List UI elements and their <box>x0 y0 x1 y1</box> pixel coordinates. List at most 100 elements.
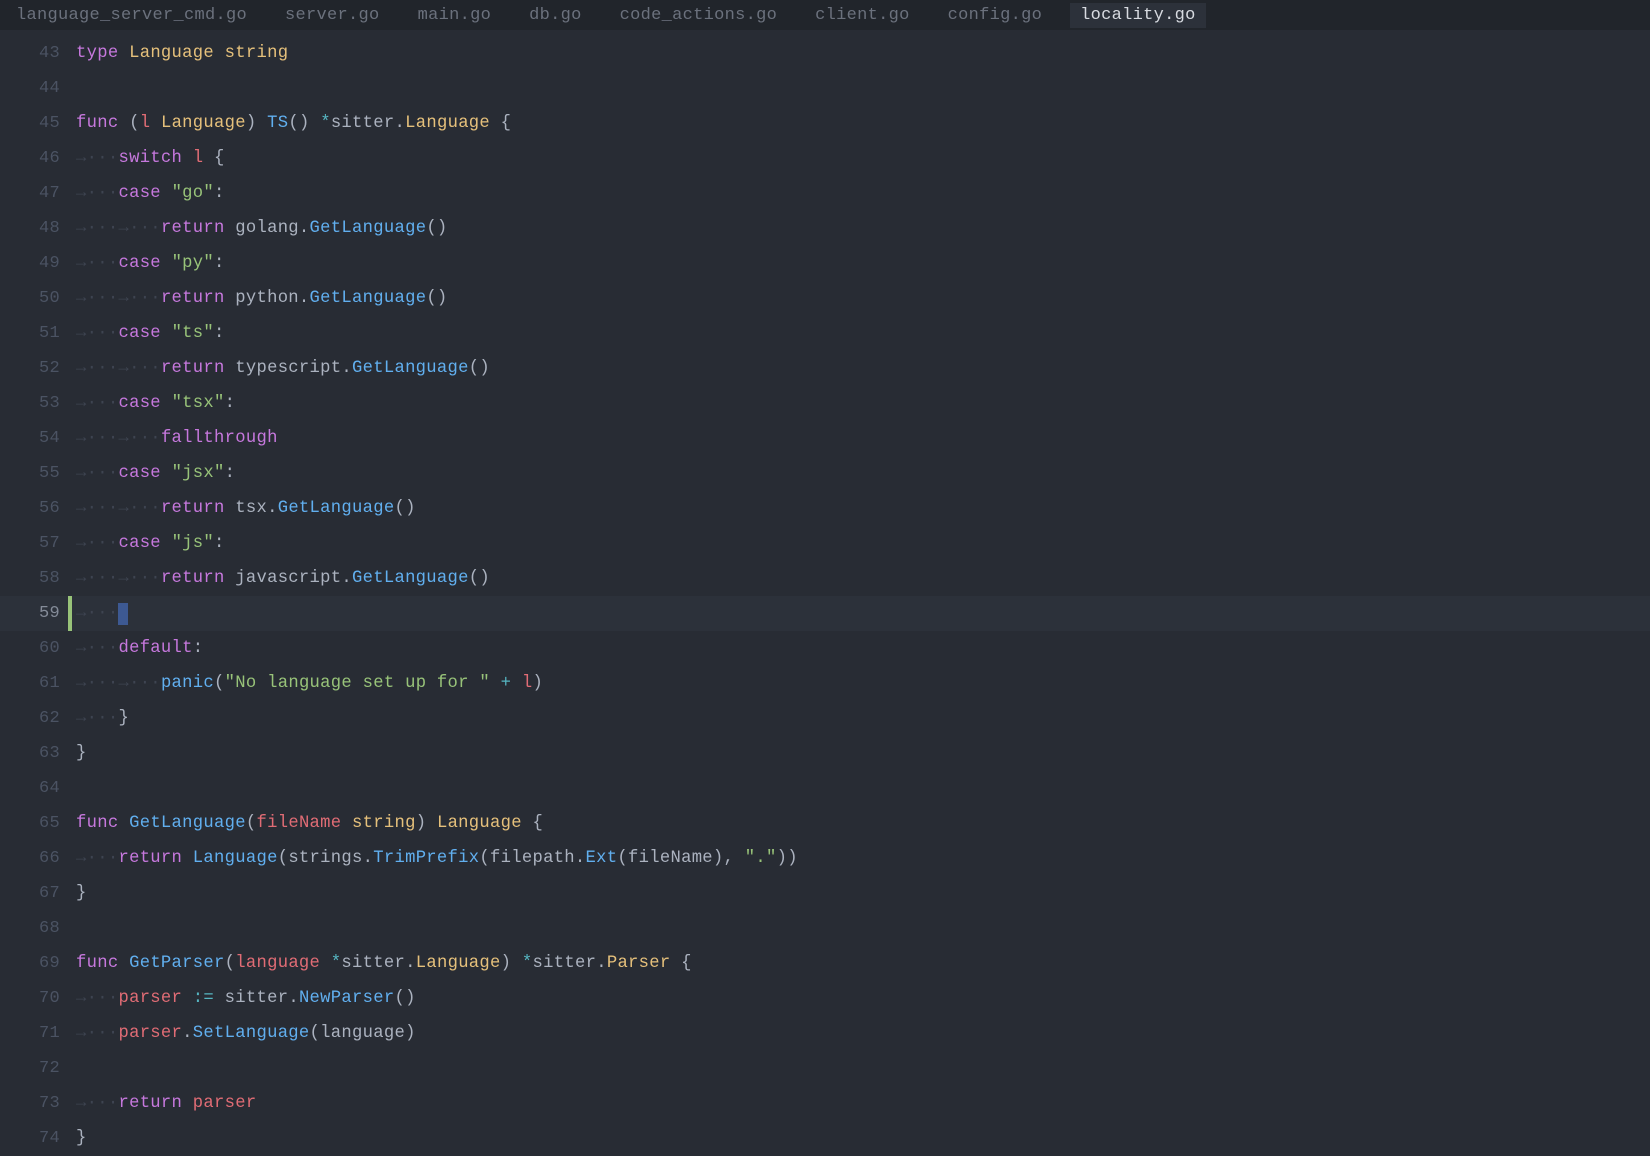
token-cy: + <box>501 666 512 701</box>
code-line[interactable]: 59→··· <box>0 596 1650 631</box>
code-line[interactable]: 64 <box>0 771 1650 806</box>
code-line[interactable]: 57→···case "js": <box>0 526 1650 561</box>
code-line[interactable]: 52→···→···return typescript.GetLanguage(… <box>0 351 1650 386</box>
code-line[interactable]: 65func GetLanguage(fileName string) Lang… <box>0 806 1650 841</box>
code-line[interactable]: 56→···→···return tsx.GetLanguage() <box>0 491 1650 526</box>
token-cy: := <box>193 981 214 1016</box>
line-number: 49 <box>0 254 68 273</box>
code-content[interactable]: } <box>76 1121 87 1156</box>
tab-code_actions-go[interactable]: code_actions.go <box>610 3 788 28</box>
code-line[interactable]: 73→···return parser <box>0 1086 1650 1121</box>
code-editor[interactable]: 43type Language string4445func (l Langua… <box>0 30 1650 1156</box>
code-line[interactable]: 69func GetParser(language *sitter.Langua… <box>0 946 1650 981</box>
code-content[interactable]: →···case "jsx": <box>76 456 235 491</box>
code-line[interactable]: 53→···case "tsx": <box>0 386 1650 421</box>
code-content[interactable]: type Language string <box>76 36 288 71</box>
token-cy: * <box>522 946 533 981</box>
tab-server-go[interactable]: server.go <box>275 3 390 28</box>
token-pl: } <box>76 736 87 771</box>
code-line[interactable]: 58 →···→···return javascript.GetLanguage(… <box>0 561 1650 596</box>
line-number: 67 <box>0 884 68 903</box>
tab-language_server_cmd-go[interactable]: language_server_cmd.go <box>6 3 257 28</box>
code-content[interactable]: →···case "ts": <box>76 316 225 351</box>
code-line[interactable]: 47→···case "go": <box>0 176 1650 211</box>
code-content[interactable]: →··· <box>76 596 128 631</box>
tab-client-go[interactable]: client.go <box>805 3 920 28</box>
code-content[interactable]: →···default: <box>76 631 203 666</box>
token-fn: TS <box>267 106 288 141</box>
code-content[interactable]: →···return Language(strings.TrimPrefix(f… <box>76 841 798 876</box>
code-line[interactable]: 43type Language string <box>0 36 1650 71</box>
code-line[interactable]: 68 <box>0 911 1650 946</box>
token-pl: (filepath. <box>479 841 585 876</box>
code-content[interactable]: →···case "tsx": <box>76 386 235 421</box>
tab-main-go[interactable]: main.go <box>408 3 502 28</box>
code-line[interactable]: 50→···→···return python.GetLanguage() <box>0 281 1650 316</box>
token-kw: return <box>161 561 225 596</box>
code-line[interactable]: 74} <box>0 1121 1650 1156</box>
tab-label: db.go <box>529 6 582 25</box>
code-content[interactable]: →···→···panic("No language set up for " … <box>76 666 543 701</box>
code-line[interactable]: 44 <box>0 71 1650 106</box>
code-content[interactable]: →···→···return golang.GetLanguage() <box>76 211 448 246</box>
code-line[interactable]: 55→···case "jsx": <box>0 456 1650 491</box>
code-content[interactable]: →···case "js": <box>76 526 225 561</box>
whitespace-indent-icon: →··· <box>118 281 160 316</box>
code-line[interactable]: 48→···→···return golang.GetLanguage() <box>0 211 1650 246</box>
token-pl <box>150 106 161 141</box>
token-pl: javascript. <box>225 561 352 596</box>
token-pl: ( <box>246 806 257 841</box>
code-line[interactable]: 63} <box>0 736 1650 771</box>
code-content[interactable]: →···case "go": <box>76 176 225 211</box>
token-pl: } <box>118 701 129 736</box>
code-content[interactable]: →···→···return javascript.GetLanguage() <box>76 561 490 596</box>
token-yl: Language <box>161 106 246 141</box>
code-content[interactable]: func GetLanguage(fileName string) Langua… <box>76 806 543 841</box>
code-content[interactable]: →···→···fallthrough <box>76 421 278 456</box>
diff-marker <box>68 631 72 666</box>
tab-locality-go[interactable]: locality.go <box>1070 3 1206 28</box>
code-content[interactable]: →···parser := sitter.NewParser() <box>76 981 416 1016</box>
token-gr: "jsx" <box>172 456 225 491</box>
token-gr: "No language set up for " <box>225 666 490 701</box>
code-content[interactable]: →···} <box>76 701 129 736</box>
code-line[interactable]: 61→···→···panic("No language set up for … <box>0 666 1650 701</box>
code-content[interactable]: func GetParser(language *sitter.Language… <box>76 946 692 981</box>
code-content[interactable]: →···switch l { <box>76 141 225 176</box>
diff-marker <box>68 876 72 911</box>
code-line[interactable]: 46→···switch l { <box>0 141 1650 176</box>
code-content[interactable]: } <box>76 876 87 911</box>
code-line[interactable]: 45func (l Language) TS() *sitter.Languag… <box>0 106 1650 141</box>
token-kw: case <box>118 246 160 281</box>
diff-marker <box>68 736 72 771</box>
line-number: 58 <box>0 569 68 588</box>
code-line[interactable]: 72 <box>0 1051 1650 1086</box>
code-line[interactable]: 62→···} <box>0 701 1650 736</box>
token-pl <box>182 141 193 176</box>
code-line[interactable]: 67} <box>0 876 1650 911</box>
code-content[interactable]: →···→···return typescript.GetLanguage() <box>76 351 490 386</box>
line-number: 51 <box>0 324 68 343</box>
code-line[interactable]: 71→···parser.SetLanguage(language) <box>0 1016 1650 1051</box>
token-red: l <box>522 666 533 701</box>
code-content[interactable]: →···parser.SetLanguage(language) <box>76 1016 416 1051</box>
code-content[interactable]: →···case "py": <box>76 246 225 281</box>
code-line[interactable]: 49 →···case "py": <box>0 246 1650 281</box>
token-red: language <box>235 946 320 981</box>
code-content[interactable]: } <box>76 736 87 771</box>
whitespace-indent-icon: →··· <box>118 491 160 526</box>
code-line[interactable]: 51 →···case "ts": <box>0 316 1650 351</box>
code-line[interactable]: 66→···return Language(strings.TrimPrefix… <box>0 841 1650 876</box>
tab-config-go[interactable]: config.go <box>938 3 1053 28</box>
whitespace-indent-icon: →··· <box>76 981 118 1016</box>
code-line[interactable]: 70→···parser := sitter.NewParser() <box>0 981 1650 1016</box>
code-content[interactable]: →···return parser <box>76 1086 256 1121</box>
code-line[interactable]: 54→···→···fallthrough <box>0 421 1650 456</box>
token-pl <box>161 246 172 281</box>
token-kw: func <box>76 806 118 841</box>
tab-db-go[interactable]: db.go <box>519 3 592 28</box>
code-content[interactable]: →···→···return tsx.GetLanguage() <box>76 491 416 526</box>
code-content[interactable]: →···→···return python.GetLanguage() <box>76 281 448 316</box>
code-content[interactable]: func (l Language) TS() *sitter.Language … <box>76 106 511 141</box>
code-line[interactable]: 60→···default: <box>0 631 1650 666</box>
